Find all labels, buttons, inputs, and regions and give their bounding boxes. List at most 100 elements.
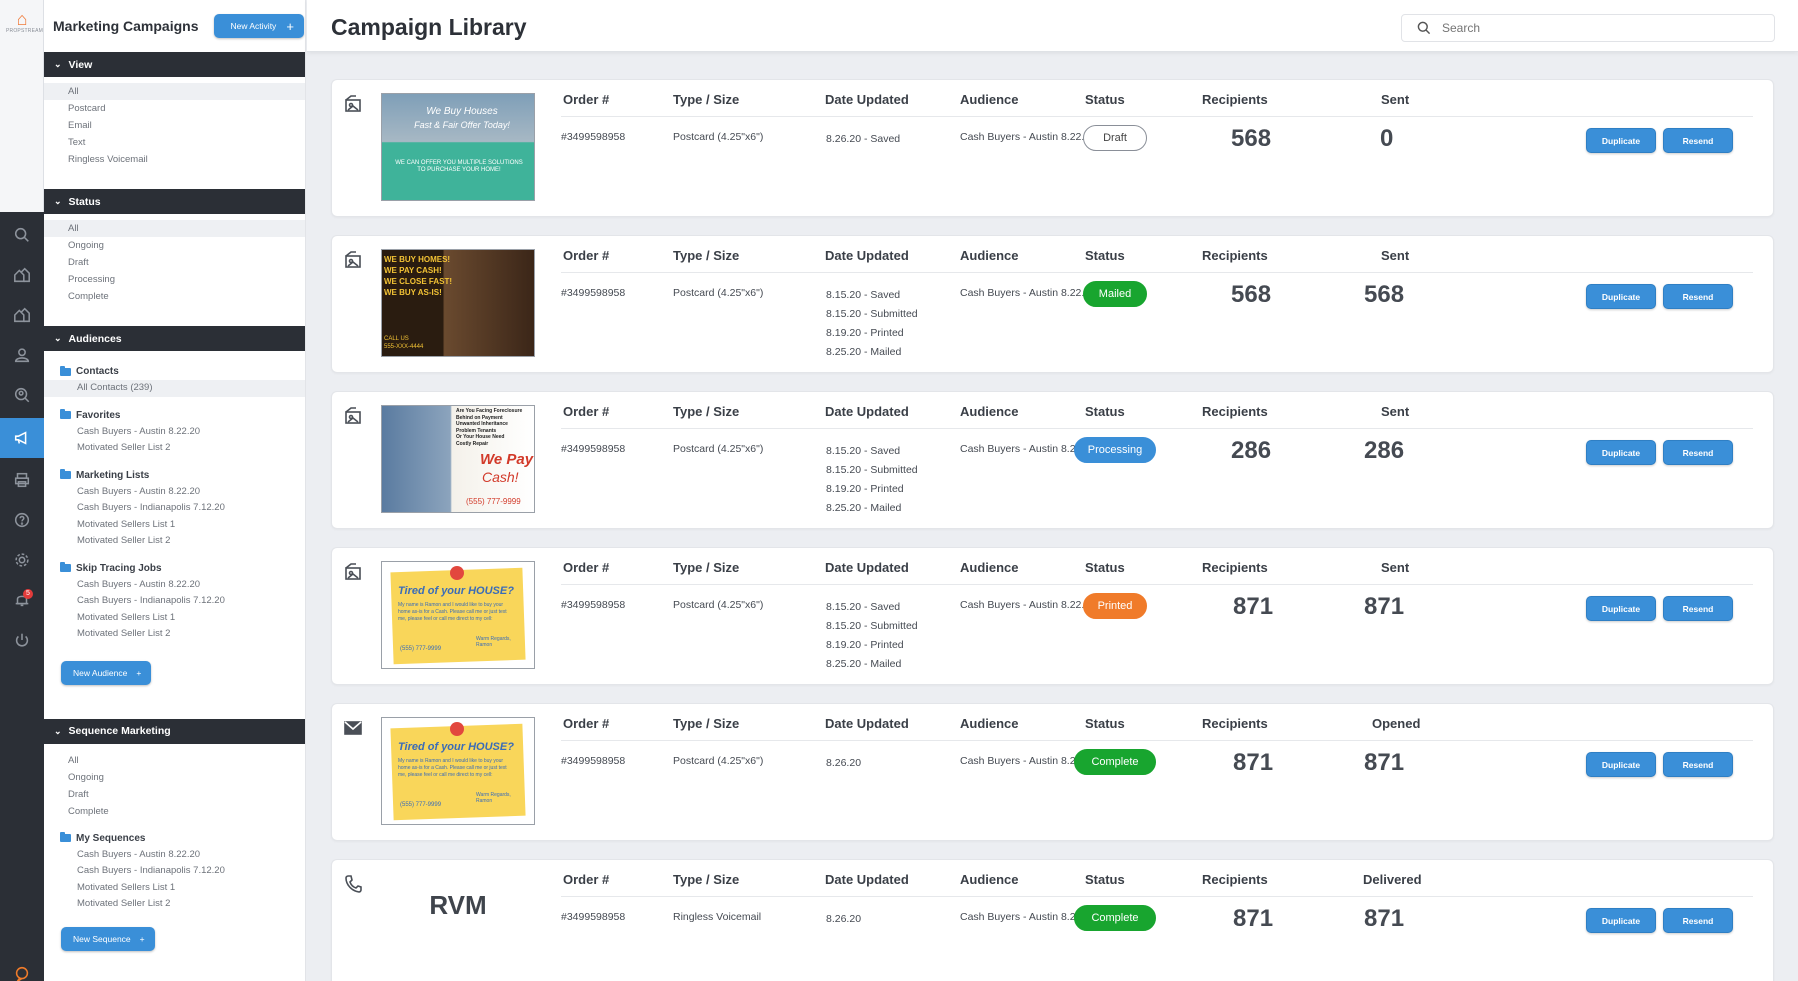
folder-marketing-lists[interactable]: Marketing Lists	[44, 467, 305, 484]
date-updated-entry: 8.19.20 - Printed	[826, 483, 904, 495]
card-divider	[561, 272, 1753, 273]
campaign-card[interactable]: WE BUY HOMES! WE PAY CASH! WE CLOSE FAST! W…	[331, 235, 1774, 373]
audience-item[interactable]: Cash Buyers - Austin 8.22.20	[44, 577, 305, 594]
sequence-section-title: Sequence Marketing	[68, 725, 171, 737]
new-activity-button[interactable]: New Activity +	[214, 14, 304, 38]
date-updated-entry: 8.19.20 - Printed	[826, 639, 904, 651]
homes-nav-icon[interactable]	[0, 295, 44, 335]
help-nav-icon[interactable]	[0, 500, 44, 540]
search-nav-icon[interactable]	[0, 215, 44, 255]
status-section-header[interactable]: ⌄ Status	[44, 189, 305, 214]
resend-button[interactable]: Resend	[1663, 128, 1733, 153]
status-filter-draft[interactable]: Draft	[44, 254, 305, 271]
duplicate-button[interactable]: Duplicate	[1586, 596, 1656, 621]
contacts-nav-icon[interactable]	[0, 335, 44, 375]
status-filter-all[interactable]: All	[44, 220, 305, 237]
view-filter-list: All Postcard Email Text Ringless Voicema…	[44, 77, 305, 176]
view-filter-email[interactable]: Email	[44, 117, 305, 134]
chevron-down-icon: ⌄	[54, 725, 62, 736]
column-header-recipients: Recipients	[1202, 248, 1268, 263]
recipients-count: 871	[1233, 749, 1274, 776]
sequence-filter-all[interactable]: All	[44, 752, 305, 769]
search-box[interactable]	[1401, 14, 1775, 42]
view-section-header[interactable]: ⌄ View	[44, 52, 305, 77]
sequence-item[interactable]: Motivated Sellers List 1	[44, 880, 305, 897]
chat-support-icon[interactable]	[0, 954, 44, 981]
view-filter-ringless-voicemail[interactable]: Ringless Voicemail	[44, 151, 305, 168]
duplicate-button[interactable]: Duplicate	[1586, 284, 1656, 309]
resend-button[interactable]: Resend	[1663, 596, 1733, 621]
audience-item[interactable]: Cash Buyers - Indianapolis 7.12.20	[44, 593, 305, 610]
campaign-card[interactable]: Tired of your HOUSE? My name is Ramon and…	[331, 703, 1774, 841]
sequence-section-header[interactable]: ⌄ Sequence Marketing	[44, 718, 305, 744]
campaign-thumbnail[interactable]: Are You Facing Foreclosure Behind on Paym…	[381, 405, 535, 513]
duplicate-button[interactable]: Duplicate	[1586, 908, 1656, 933]
audience-item[interactable]: All Contacts (239)	[44, 380, 305, 397]
status-filter-complete[interactable]: Complete	[44, 288, 305, 305]
printer-nav-icon[interactable]	[0, 460, 44, 500]
sequence-item[interactable]: Cash Buyers - Indianapolis 7.12.20	[44, 863, 305, 880]
campaign-card[interactable]: RVM Order # Type / Size Date Updated Audienc…	[331, 859, 1774, 981]
postcard-icon	[343, 250, 363, 270]
audiences-section-header[interactable]: ⌄ Audiences	[44, 326, 305, 351]
folder-my-sequences[interactable]: My Sequences	[44, 830, 305, 847]
audience-item[interactable]: Cash Buyers - Austin 8.22.20	[44, 484, 305, 501]
logout-power-icon[interactable]	[0, 620, 44, 660]
sequence-filter-draft[interactable]: Draft	[44, 786, 305, 803]
view-filter-text[interactable]: Text	[44, 134, 305, 151]
sequence-item[interactable]: Cash Buyers - Austin 8.22.20	[44, 847, 305, 864]
sequence-filter-complete[interactable]: Complete	[44, 803, 305, 820]
settings-gear-icon[interactable]	[0, 540, 44, 580]
new-activity-label: New Activity	[230, 21, 277, 31]
folder-label: My Sequences	[76, 832, 146, 844]
search-input[interactable]	[1442, 21, 1742, 35]
new-sequence-button[interactable]: New Sequence +	[61, 926, 155, 951]
thumb-text: Warm Regards, Ramon	[476, 636, 511, 648]
date-updated-list: 8.15.20 - Saved 8.15.20 - Submitted 8.19.2…	[826, 598, 918, 674]
folder-contacts[interactable]: Contacts	[44, 363, 305, 380]
view-filter-postcard[interactable]: Postcard	[44, 100, 305, 117]
app-logo[interactable]: ⌂ PROPSTREAM	[6, 9, 43, 34]
campaign-thumbnail[interactable]: WE BUY HOMES! WE PAY CASH! WE CLOSE FAST! W…	[381, 249, 535, 357]
date-updated-list: 8.26.20 - Saved	[826, 130, 900, 149]
audience-item[interactable]: Motivated Sellers List 1	[44, 517, 305, 534]
skip-tracing-nav-icon[interactable]	[0, 375, 44, 415]
recipients-count: 871	[1233, 905, 1274, 932]
thumb-text: Fast & Fair Offer Today!	[414, 120, 510, 130]
duplicate-button[interactable]: Duplicate	[1586, 128, 1656, 153]
audience-item[interactable]: Motivated Seller List 2	[44, 626, 305, 643]
folder-favorites[interactable]: Favorites	[44, 407, 305, 424]
resend-button[interactable]: Resend	[1663, 284, 1733, 309]
resend-button[interactable]: Resend	[1663, 752, 1733, 777]
notifications-bell-icon[interactable]: 5	[0, 580, 44, 620]
audience-item[interactable]: Motivated Seller List 2	[44, 533, 305, 550]
sequence-filter-ongoing[interactable]: Ongoing	[44, 769, 305, 786]
audience-item[interactable]: Motivated Sellers List 1	[44, 610, 305, 627]
column-header-audience: Audience	[960, 248, 1019, 263]
campaign-card[interactable]: Tired of your HOUSE? My name is Ramon and…	[331, 547, 1774, 685]
resend-button[interactable]: Resend	[1663, 908, 1733, 933]
campaign-thumbnail[interactable]: Tired of your HOUSE? My name is Ramon and…	[381, 561, 535, 669]
status-badge: Complete	[1074, 749, 1156, 775]
metric-count: 0	[1380, 125, 1394, 152]
campaign-thumbnail[interactable]: Tired of your HOUSE? My name is Ramon and…	[381, 717, 535, 825]
sequence-item[interactable]: Motivated Seller List 2	[44, 896, 305, 913]
status-filter-processing[interactable]: Processing	[44, 271, 305, 288]
new-audience-button[interactable]: New Audience +	[61, 660, 152, 685]
properties-nav-icon[interactable]	[0, 255, 44, 295]
audience-item[interactable]: Cash Buyers - Indianapolis 7.12.20	[44, 500, 305, 517]
campaign-card[interactable]: Are You Facing Foreclosure Behind on Paym…	[331, 391, 1774, 529]
duplicate-button[interactable]: Duplicate	[1586, 440, 1656, 465]
status-filter-ongoing[interactable]: Ongoing	[44, 237, 305, 254]
campaign-thumbnail[interactable]: We Buy Houses Fast & Fair Offer Today! WE …	[381, 93, 535, 201]
duplicate-button[interactable]: Duplicate	[1586, 752, 1656, 777]
folder-skip-tracing-jobs[interactable]: Skip Tracing Jobs	[44, 560, 305, 577]
audience-item[interactable]: Cash Buyers - Austin 8.22.20	[44, 424, 305, 441]
view-filter-all[interactable]: All	[44, 83, 305, 100]
audience-item[interactable]: Motivated Seller List 2	[44, 440, 305, 457]
resend-button[interactable]: Resend	[1663, 440, 1733, 465]
campaign-card[interactable]: We Buy Houses Fast & Fair Offer Today! WE …	[331, 79, 1774, 217]
marketing-megaphone-icon[interactable]	[0, 418, 44, 458]
column-header-type: Type / Size	[673, 872, 740, 887]
house-logo-icon: ⌂	[16, 9, 28, 29]
